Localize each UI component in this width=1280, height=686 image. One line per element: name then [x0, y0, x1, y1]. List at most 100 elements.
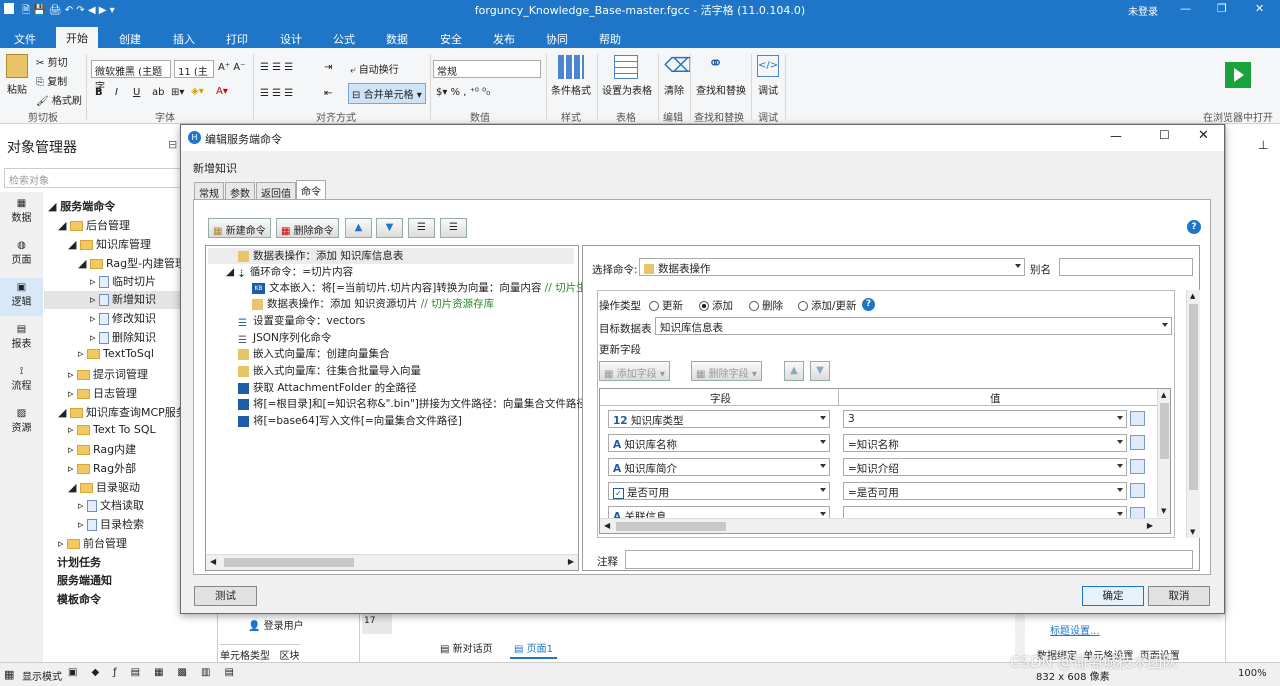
minimize-icon[interactable]: — [1180, 2, 1191, 15]
menu-help[interactable]: 帮助 [599, 31, 621, 47]
tab-command[interactable]: 命令 [296, 180, 326, 200]
tree-item[interactable]: ▹ 删除知识 [90, 329, 156, 345]
command-item[interactable]: 将[=根目录]和[=知识名称&".bin"]拼接为文件路径：向量集合文件路径 [238, 396, 587, 412]
login-status[interactable]: 未登录 [1128, 3, 1158, 18]
menu-file[interactable]: 文件 [14, 31, 36, 47]
ok-button[interactable]: 确定 [1082, 586, 1144, 606]
tree-item[interactable]: ◢ 后台管理 [58, 217, 130, 233]
op-update-radio[interactable]: 更新 [649, 298, 683, 313]
set-table-button[interactable]: 设置为表格 [602, 82, 652, 97]
menu-collab[interactable]: 协同 [546, 31, 568, 47]
cond-format-button[interactable]: 条件格式 [551, 82, 591, 97]
delete-field-button[interactable]: ▦ 删除字段 ▾ [691, 361, 762, 381]
command-item[interactable]: 数据表操作：添加 知识资源切片 // 切片资源存库 [252, 296, 494, 312]
tree-item[interactable]: ▹ 修改知识 [90, 310, 156, 326]
menu-print[interactable]: 打印 [226, 31, 248, 47]
tab-page1[interactable]: ▤ 页面1 [510, 638, 558, 659]
tree-item[interactable]: 服务端通知 [57, 572, 112, 588]
debug-icon[interactable]: </> [757, 55, 779, 77]
tree-item[interactable]: ▹ Rag外部 [68, 460, 136, 476]
nav-resource[interactable]: ▨ 资源 [0, 408, 43, 434]
note-input[interactable] [625, 550, 1193, 569]
tree-item[interactable]: ▹ 文档读取 [78, 497, 144, 513]
nav-report[interactable]: ▤ 报表 [0, 324, 43, 350]
align-left-icons[interactable]: ☰ ☰ ☰ [260, 88, 293, 99]
dialog-close-icon[interactable]: ✕ [1198, 128, 1209, 143]
command-item[interactable]: ☰ 设置变量命令：vectors [238, 313, 365, 329]
menu-formula[interactable]: 公式 [333, 31, 355, 47]
tree-item[interactable]: ▹ TextToSql [78, 347, 154, 360]
move-down-icon[interactable]: ▼ [376, 218, 403, 238]
formula-edit-icon[interactable] [1130, 435, 1145, 450]
tab-general[interactable]: 常规 [194, 182, 224, 200]
menu-data[interactable]: 数据 [386, 31, 408, 47]
menu-security[interactable]: 安全 [440, 31, 462, 47]
run-browser-label[interactable]: 在浏览器中打开 [1203, 109, 1273, 124]
nav-flow[interactable]: ⟟ 流程 [0, 366, 43, 392]
value-input[interactable]: =知识介绍 [843, 458, 1127, 476]
bold-icon[interactable]: B [95, 87, 103, 98]
format-painter-button[interactable]: 🖌 格式刷 [36, 92, 82, 107]
run-browser-icon[interactable] [1225, 62, 1251, 88]
op-upsert-radio[interactable]: 添加/更新 [798, 298, 857, 313]
display-mode-label[interactable]: 显示模式 [22, 668, 62, 683]
font-size-select[interactable]: 11 (主 [174, 60, 214, 78]
tree-item[interactable]: ◢ 知识库管理 [68, 236, 151, 252]
value-input[interactable]: 3 [843, 410, 1127, 428]
menu-publish[interactable]: 发布 [493, 31, 515, 47]
field-select[interactable]: 12 知识库类型 [608, 410, 830, 428]
op-delete-radio[interactable]: 删除 [749, 298, 783, 313]
alias-input[interactable] [1059, 258, 1193, 276]
command-item-selected[interactable]: 数据表操作：添加 知识库信息表 [208, 248, 574, 264]
tab-new-chat[interactable]: ▤ 新对话页 [440, 640, 493, 655]
tree-item[interactable]: ▹ 前台管理 [58, 535, 127, 551]
number-format-icons[interactable]: $▾ % , ⁺⁰ ⁰₀ [436, 87, 490, 98]
outdent-command-icon[interactable]: ☰ [440, 218, 467, 238]
command-item[interactable]: 将[=base64]写入文件[=向量集合文件路径] [238, 413, 462, 429]
italic-icon[interactable]: I [115, 87, 118, 98]
formula-edit-icon[interactable] [1130, 411, 1145, 426]
tree-item[interactable]: ◢ 目录驱动 [68, 479, 140, 495]
login-user-item[interactable]: 👤 登录用户 [248, 617, 304, 632]
nav-page[interactable]: ◍ 页面 [0, 240, 43, 266]
new-command-button[interactable]: ▦ 新建命令 [208, 218, 271, 238]
menu-insert[interactable]: 插入 [173, 31, 195, 47]
help-icon[interactable]: ? [1187, 220, 1201, 234]
close-icon[interactable]: ✕ [1255, 2, 1264, 15]
panel-vscroll[interactable]: ▲ ▼ [1186, 290, 1200, 538]
indent-command-icon[interactable]: ☰ [408, 218, 435, 238]
menu-home[interactable]: 开始 [56, 27, 98, 48]
command-item[interactable]: ☰ JSON序列化命令 [238, 330, 331, 346]
eraser-icon[interactable]: ⌫ [664, 53, 692, 77]
number-format-select[interactable]: 常规 [433, 60, 541, 78]
tab-return[interactable]: 返回值 [256, 182, 296, 200]
menu-create[interactable]: 创建 [119, 31, 141, 47]
add-field-button[interactable]: ▦ 添加字段 ▾ [599, 361, 670, 381]
tree-item[interactable]: ▹ 提示词管理 [68, 366, 148, 382]
formula-edit-icon[interactable] [1130, 459, 1145, 474]
dialog-minimize-icon[interactable]: — [1110, 129, 1122, 143]
grid-vscroll[interactable]: ▲ ▼ [1157, 389, 1170, 517]
menu-design[interactable]: 设计 [280, 31, 302, 47]
tree-item[interactable]: ◢ Rag型-内建管理 [78, 255, 186, 271]
field-select[interactable]: A 知识库名称 [608, 434, 830, 452]
op-help-icon[interactable]: ? [862, 298, 875, 311]
tab-params[interactable]: 参数 [225, 182, 255, 200]
select-command-dropdown[interactable]: 数据表操作 [639, 258, 1025, 276]
paste-button[interactable]: 粘贴 [7, 81, 27, 96]
merge-cells-button[interactable]: ⊟ 合并单元格 ▾ [348, 83, 426, 104]
restore-icon[interactable]: ❐ [1217, 2, 1227, 15]
font-grow-icon[interactable]: A⁺ A⁻ [218, 62, 245, 73]
pin-icon[interactable]: ⊥ [1258, 138, 1268, 152]
wrap-text-button[interactable]: ⤶ 自动换行 [350, 61, 399, 76]
dialog-maximize-icon[interactable]: ☐ [1159, 128, 1170, 142]
tree-item[interactable]: ▹ 临时切片 [90, 273, 156, 289]
tree-server-commands[interactable]: ◢ 服务端命令 [48, 198, 115, 214]
tree-item[interactable]: ▹ 日志管理 [68, 385, 137, 401]
fill-color-icon[interactable]: ◈▾ [191, 86, 204, 97]
tree-item[interactable]: ▹ 目录检索 [78, 516, 144, 532]
align-top-icons[interactable]: ☰ ☰ ☰ [260, 62, 293, 73]
delete-command-button[interactable]: ▦ 删除命令 [276, 218, 339, 238]
field-select[interactable]: A 知识库简介 [608, 458, 830, 476]
tree-item[interactable]: 模板命令 [57, 591, 101, 607]
